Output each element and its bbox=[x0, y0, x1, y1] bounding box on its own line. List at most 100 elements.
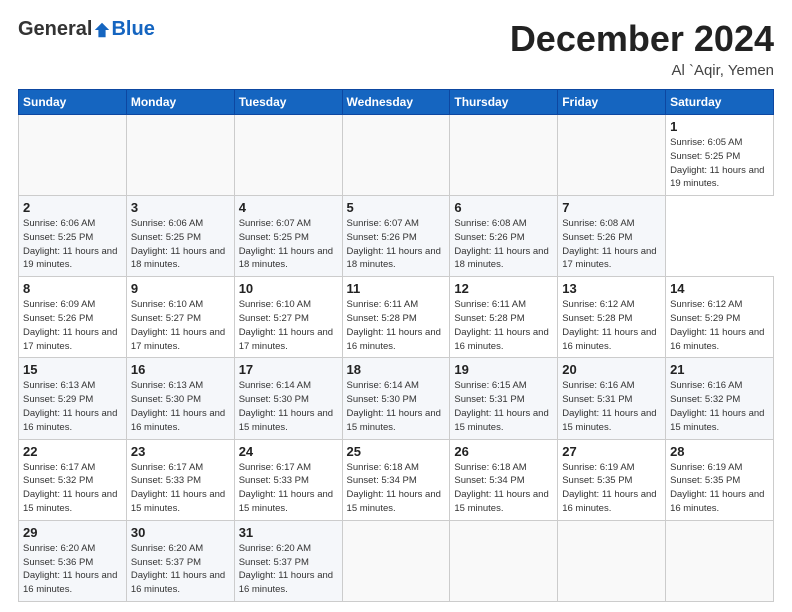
day-number: 11 bbox=[347, 281, 446, 296]
calendar-day-cell: 10 Sunrise: 6:10 AM Sunset: 5:27 PM Dayl… bbox=[234, 277, 342, 358]
calendar-day-cell: 18 Sunrise: 6:14 AM Sunset: 5:30 PM Dayl… bbox=[342, 358, 450, 439]
calendar-header-cell: Sunday bbox=[19, 90, 127, 115]
day-number: 2 bbox=[23, 200, 122, 215]
day-info: Sunrise: 6:20 AM Sunset: 5:36 PM Dayligh… bbox=[23, 542, 122, 597]
day-info: Sunrise: 6:18 AM Sunset: 5:34 PM Dayligh… bbox=[454, 461, 553, 516]
calendar-day-cell: 14 Sunrise: 6:12 AM Sunset: 5:29 PM Dayl… bbox=[666, 277, 774, 358]
calendar-week-row: 8 Sunrise: 6:09 AM Sunset: 5:26 PM Dayli… bbox=[19, 277, 774, 358]
calendar-day-cell: 17 Sunrise: 6:14 AM Sunset: 5:30 PM Dayl… bbox=[234, 358, 342, 439]
calendar-day-cell: 12 Sunrise: 6:11 AM Sunset: 5:28 PM Dayl… bbox=[450, 277, 558, 358]
day-number: 25 bbox=[347, 444, 446, 459]
calendar-header-row: SundayMondayTuesdayWednesdayThursdayFrid… bbox=[19, 90, 774, 115]
calendar-day-cell: 27 Sunrise: 6:19 AM Sunset: 5:35 PM Dayl… bbox=[558, 439, 666, 520]
logo-blue: Blue bbox=[111, 18, 154, 41]
day-info: Sunrise: 6:19 AM Sunset: 5:35 PM Dayligh… bbox=[670, 461, 769, 516]
day-info: Sunrise: 6:07 AM Sunset: 5:26 PM Dayligh… bbox=[347, 217, 446, 272]
day-info: Sunrise: 6:09 AM Sunset: 5:26 PM Dayligh… bbox=[23, 298, 122, 353]
calendar-header-cell: Monday bbox=[126, 90, 234, 115]
day-number: 20 bbox=[562, 362, 661, 377]
calendar-day-cell: 4 Sunrise: 6:07 AM Sunset: 5:25 PM Dayli… bbox=[234, 196, 342, 277]
location: Al `Aqir, Yemen bbox=[510, 62, 774, 79]
day-number: 26 bbox=[454, 444, 553, 459]
day-info: Sunrise: 6:12 AM Sunset: 5:29 PM Dayligh… bbox=[670, 298, 769, 353]
calendar-day-cell: 15 Sunrise: 6:13 AM Sunset: 5:29 PM Dayl… bbox=[19, 358, 127, 439]
calendar-day-cell bbox=[666, 520, 774, 601]
day-number: 6 bbox=[454, 200, 553, 215]
day-number: 12 bbox=[454, 281, 553, 296]
day-number: 22 bbox=[23, 444, 122, 459]
calendar-day-cell: 25 Sunrise: 6:18 AM Sunset: 5:34 PM Dayl… bbox=[342, 439, 450, 520]
day-number: 16 bbox=[131, 362, 230, 377]
day-info: Sunrise: 6:12 AM Sunset: 5:28 PM Dayligh… bbox=[562, 298, 661, 353]
day-number: 8 bbox=[23, 281, 122, 296]
logo-general: General bbox=[18, 18, 92, 41]
day-info: Sunrise: 6:18 AM Sunset: 5:34 PM Dayligh… bbox=[347, 461, 446, 516]
day-info: Sunrise: 6:13 AM Sunset: 5:29 PM Dayligh… bbox=[23, 379, 122, 434]
day-number: 19 bbox=[454, 362, 553, 377]
calendar-body: 1 Sunrise: 6:05 AM Sunset: 5:25 PM Dayli… bbox=[19, 115, 774, 602]
day-info: Sunrise: 6:11 AM Sunset: 5:28 PM Dayligh… bbox=[347, 298, 446, 353]
calendar-header-cell: Friday bbox=[558, 90, 666, 115]
day-info: Sunrise: 6:13 AM Sunset: 5:30 PM Dayligh… bbox=[131, 379, 230, 434]
day-number: 27 bbox=[562, 444, 661, 459]
day-info: Sunrise: 6:05 AM Sunset: 5:25 PM Dayligh… bbox=[670, 136, 769, 191]
day-info: Sunrise: 6:08 AM Sunset: 5:26 PM Dayligh… bbox=[562, 217, 661, 272]
day-number: 5 bbox=[347, 200, 446, 215]
calendar-day-cell bbox=[342, 520, 450, 601]
calendar-week-row: 2 Sunrise: 6:06 AM Sunset: 5:25 PM Dayli… bbox=[19, 196, 774, 277]
calendar-day-cell: 29 Sunrise: 6:20 AM Sunset: 5:36 PM Dayl… bbox=[19, 520, 127, 601]
calendar-day-cell bbox=[19, 115, 127, 196]
day-number: 13 bbox=[562, 281, 661, 296]
day-number: 29 bbox=[23, 525, 122, 540]
calendar-day-cell bbox=[234, 115, 342, 196]
day-number: 4 bbox=[239, 200, 338, 215]
day-number: 17 bbox=[239, 362, 338, 377]
page: General Blue December 2024 Al `Aqir, Yem… bbox=[0, 0, 792, 612]
calendar: SundayMondayTuesdayWednesdayThursdayFrid… bbox=[18, 89, 774, 602]
calendar-day-cell: 7 Sunrise: 6:08 AM Sunset: 5:26 PM Dayli… bbox=[558, 196, 666, 277]
day-info: Sunrise: 6:15 AM Sunset: 5:31 PM Dayligh… bbox=[454, 379, 553, 434]
day-info: Sunrise: 6:10 AM Sunset: 5:27 PM Dayligh… bbox=[239, 298, 338, 353]
calendar-day-cell: 23 Sunrise: 6:17 AM Sunset: 5:33 PM Dayl… bbox=[126, 439, 234, 520]
day-number: 23 bbox=[131, 444, 230, 459]
day-info: Sunrise: 6:17 AM Sunset: 5:33 PM Dayligh… bbox=[131, 461, 230, 516]
calendar-day-cell: 16 Sunrise: 6:13 AM Sunset: 5:30 PM Dayl… bbox=[126, 358, 234, 439]
day-info: Sunrise: 6:11 AM Sunset: 5:28 PM Dayligh… bbox=[454, 298, 553, 353]
calendar-day-cell: 6 Sunrise: 6:08 AM Sunset: 5:26 PM Dayli… bbox=[450, 196, 558, 277]
day-info: Sunrise: 6:14 AM Sunset: 5:30 PM Dayligh… bbox=[239, 379, 338, 434]
day-info: Sunrise: 6:16 AM Sunset: 5:31 PM Dayligh… bbox=[562, 379, 661, 434]
day-info: Sunrise: 6:07 AM Sunset: 5:25 PM Dayligh… bbox=[239, 217, 338, 272]
calendar-day-cell: 5 Sunrise: 6:07 AM Sunset: 5:26 PM Dayli… bbox=[342, 196, 450, 277]
day-info: Sunrise: 6:17 AM Sunset: 5:33 PM Dayligh… bbox=[239, 461, 338, 516]
calendar-day-cell bbox=[450, 115, 558, 196]
day-info: Sunrise: 6:20 AM Sunset: 5:37 PM Dayligh… bbox=[239, 542, 338, 597]
calendar-day-cell bbox=[342, 115, 450, 196]
day-info: Sunrise: 6:06 AM Sunset: 5:25 PM Dayligh… bbox=[23, 217, 122, 272]
calendar-day-cell: 22 Sunrise: 6:17 AM Sunset: 5:32 PM Dayl… bbox=[19, 439, 127, 520]
calendar-week-row: 22 Sunrise: 6:17 AM Sunset: 5:32 PM Dayl… bbox=[19, 439, 774, 520]
calendar-day-cell bbox=[558, 115, 666, 196]
month-title: December 2024 bbox=[510, 18, 774, 60]
calendar-day-cell bbox=[450, 520, 558, 601]
day-number: 31 bbox=[239, 525, 338, 540]
calendar-day-cell: 28 Sunrise: 6:19 AM Sunset: 5:35 PM Dayl… bbox=[666, 439, 774, 520]
day-number: 28 bbox=[670, 444, 769, 459]
day-number: 3 bbox=[131, 200, 230, 215]
day-number: 1 bbox=[670, 119, 769, 134]
day-number: 21 bbox=[670, 362, 769, 377]
calendar-day-cell: 1 Sunrise: 6:05 AM Sunset: 5:25 PM Dayli… bbox=[666, 115, 774, 196]
day-info: Sunrise: 6:08 AM Sunset: 5:26 PM Dayligh… bbox=[454, 217, 553, 272]
day-number: 14 bbox=[670, 281, 769, 296]
day-number: 15 bbox=[23, 362, 122, 377]
calendar-day-cell: 21 Sunrise: 6:16 AM Sunset: 5:32 PM Dayl… bbox=[666, 358, 774, 439]
calendar-header-cell: Wednesday bbox=[342, 90, 450, 115]
calendar-day-cell: 13 Sunrise: 6:12 AM Sunset: 5:28 PM Dayl… bbox=[558, 277, 666, 358]
day-info: Sunrise: 6:17 AM Sunset: 5:32 PM Dayligh… bbox=[23, 461, 122, 516]
calendar-day-cell bbox=[126, 115, 234, 196]
day-info: Sunrise: 6:19 AM Sunset: 5:35 PM Dayligh… bbox=[562, 461, 661, 516]
calendar-day-cell: 31 Sunrise: 6:20 AM Sunset: 5:37 PM Dayl… bbox=[234, 520, 342, 601]
logo-text: General Blue bbox=[18, 18, 155, 41]
day-number: 18 bbox=[347, 362, 446, 377]
calendar-week-row: 1 Sunrise: 6:05 AM Sunset: 5:25 PM Dayli… bbox=[19, 115, 774, 196]
calendar-day-cell: 20 Sunrise: 6:16 AM Sunset: 5:31 PM Dayl… bbox=[558, 358, 666, 439]
